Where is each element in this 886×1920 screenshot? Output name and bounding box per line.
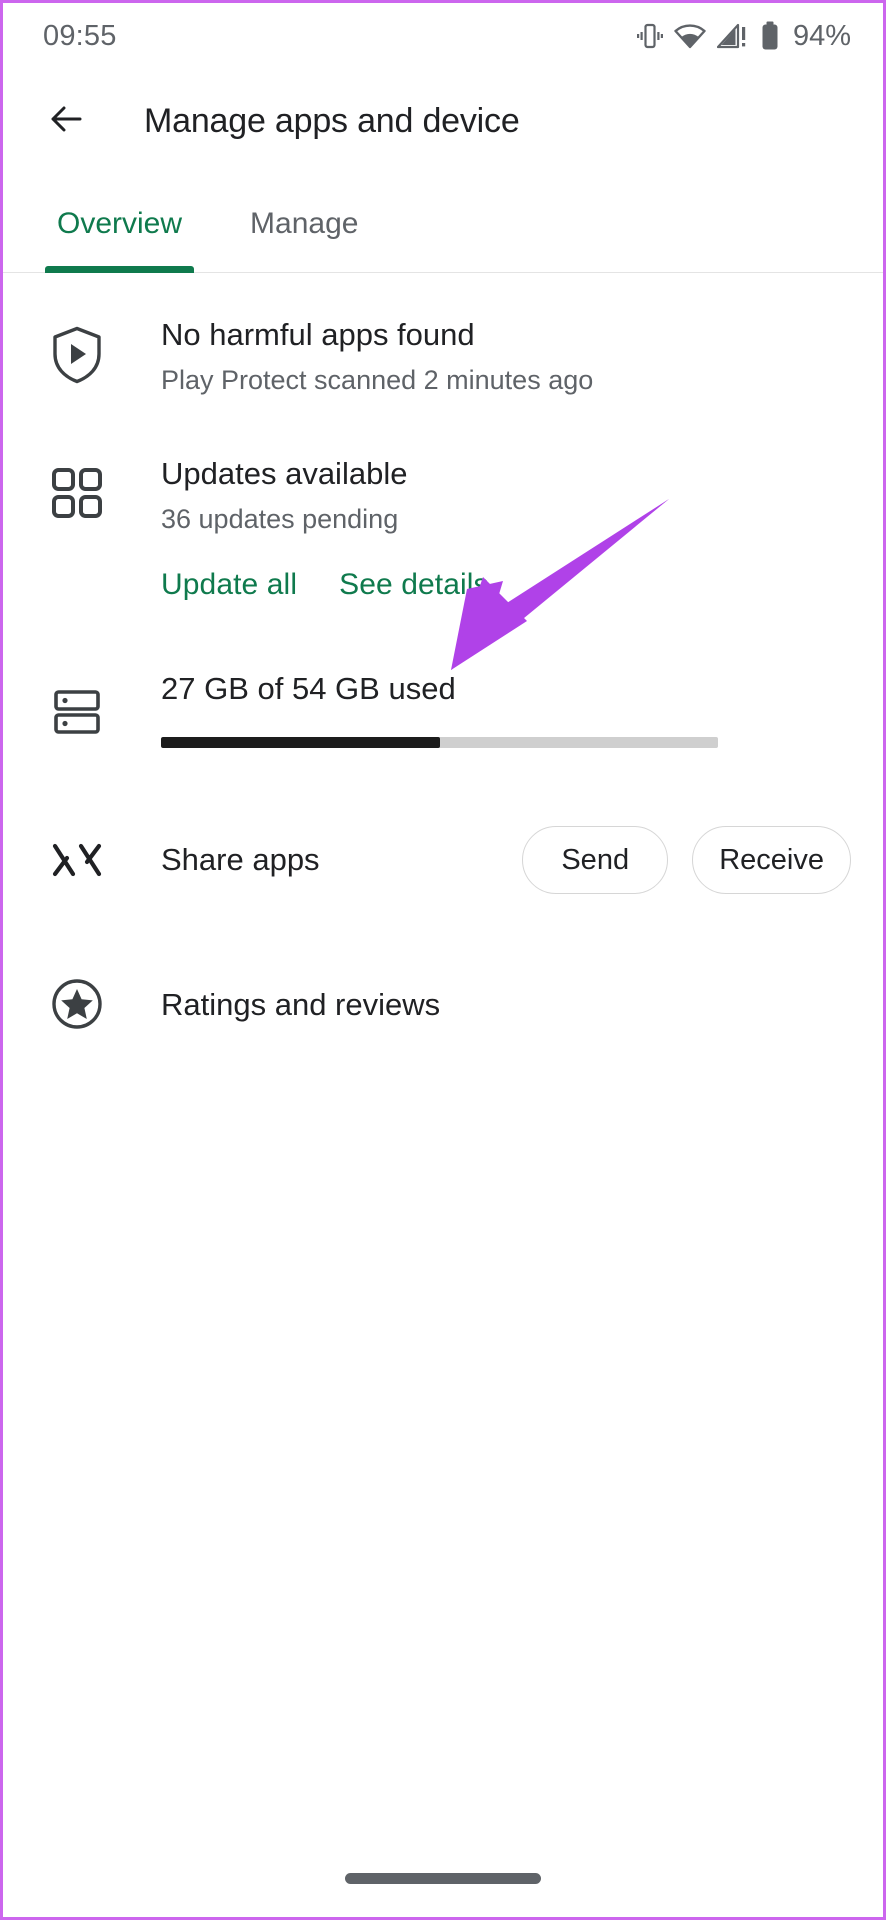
update-all-button[interactable]: Update all: [161, 568, 297, 602]
updates-subtitle: 36 updates pending: [161, 503, 399, 534]
row-icon-wrap: [51, 455, 115, 524]
tab-overview-label: Overview: [57, 206, 183, 240]
page-title: Manage apps and device: [144, 102, 520, 140]
row-body: Share apps Send Receive: [115, 826, 851, 895]
phone-screen: 09:55 94% Manage apps and device Overvie…: [0, 0, 886, 1920]
cellular-signal-warning-icon: [716, 22, 749, 50]
receive-button[interactable]: Receive: [692, 826, 851, 895]
wifi-icon: [674, 22, 706, 50]
overview-content: No harmful apps found Play Protect scann…: [3, 274, 883, 1035]
tab-overview[interactable]: Overview: [44, 174, 195, 273]
tab-manage-label: Manage: [250, 206, 359, 240]
row-ratings-reviews[interactable]: Ratings and reviews: [3, 974, 883, 1035]
back-button[interactable]: [33, 89, 99, 155]
row-updates[interactable]: Updates available 36 updates pending Upd…: [3, 455, 883, 602]
row-storage[interactable]: 27 GB of 54 GB used: [3, 670, 883, 749]
storage-title: 27 GB of 54 GB used: [161, 670, 456, 706]
status-clock: 09:55: [43, 19, 117, 52]
tab-manage[interactable]: Manage: [244, 174, 364, 273]
send-button[interactable]: Send: [522, 826, 669, 895]
vibrate-icon: [636, 22, 663, 50]
row-body: No harmful apps found Play Protect scann…: [115, 316, 851, 397]
tab-bar: Overview Manage: [3, 174, 883, 273]
row-icon-wrap: [51, 316, 115, 389]
share-buttons: Send Receive: [522, 826, 851, 895]
updates-title: Updates available: [161, 455, 408, 491]
battery-percent-label: 94%: [792, 19, 851, 52]
back-arrow-icon: [44, 97, 88, 146]
storage-progress-fill: [161, 737, 440, 749]
play-protect-shield-icon: [51, 326, 103, 389]
star-circle-icon: [51, 978, 103, 1035]
row-share-apps[interactable]: Share apps Send Receive: [3, 826, 883, 895]
row-body: 27 GB of 54 GB used: [115, 670, 851, 749]
updates-actions: Update all See details: [161, 568, 851, 602]
battery-icon: [760, 21, 780, 51]
see-details-button[interactable]: See details: [339, 568, 489, 602]
gesture-nav-bar: [3, 1839, 883, 1917]
storage-progress-bar: [161, 737, 718, 749]
ratings-label: Ratings and reviews: [161, 986, 441, 1022]
home-gesture-pill[interactable]: [345, 1872, 541, 1884]
row-icon-wrap: [51, 836, 115, 885]
apps-grid-icon: [51, 467, 103, 524]
play-protect-subtitle: Play Protect scanned 2 minutes ago: [161, 364, 594, 395]
status-bar: 09:55 94%: [3, 3, 883, 69]
row-body: Updates available 36 updates pending Upd…: [115, 455, 851, 602]
share-apps-label: Share apps: [161, 842, 320, 878]
row-icon-wrap: [51, 974, 115, 1035]
nearby-share-icon: [51, 840, 103, 885]
status-icons: 94%: [636, 19, 851, 53]
play-protect-title: No harmful apps found: [161, 317, 475, 352]
app-bar: Manage apps and device: [3, 69, 883, 174]
storage-icon: [51, 686, 103, 743]
row-play-protect[interactable]: No harmful apps found Play Protect scann…: [3, 316, 883, 397]
row-icon-wrap: [51, 670, 115, 743]
row-body: Ratings and reviews: [115, 986, 851, 1024]
